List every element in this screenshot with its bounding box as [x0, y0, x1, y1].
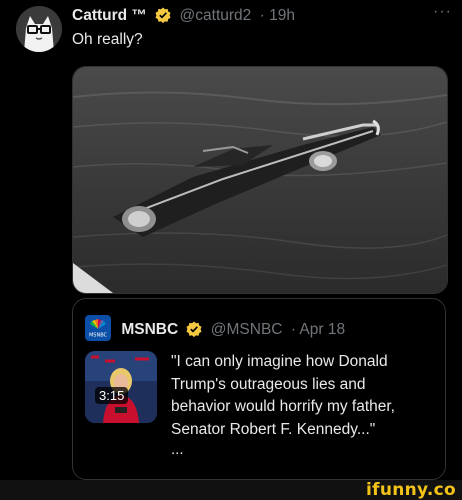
verified-badge-icon — [186, 321, 202, 342]
cat-avatar-icon — [16, 6, 62, 52]
svg-text:MSNBC: MSNBC — [89, 333, 108, 339]
quoted-tweet-header: MSNBC MSNBC @MSNBC · Apr 18 — [85, 315, 345, 342]
tweet-time[interactable]: · 19h — [260, 7, 295, 24]
avatar[interactable] — [16, 6, 62, 52]
watermark-bar: ifunny.co — [0, 480, 462, 500]
verified-badge-icon — [155, 7, 171, 28]
author-name[interactable]: Catturd ™ — [72, 7, 147, 24]
tweet-photo[interactable] — [72, 66, 448, 294]
quoted-author-name[interactable]: MSNBC — [121, 321, 178, 338]
video-duration: 3:15 — [95, 387, 129, 404]
quoted-author-handle[interactable]: @MSNBC — [211, 321, 283, 338]
author-handle[interactable]: @catturd2 — [180, 7, 252, 24]
video-thumbnail[interactable]: 3:15 — [85, 351, 157, 423]
ifunny-watermark: ifunny.co — [366, 480, 456, 500]
quoted-tweet-ellipsis: ... — [171, 441, 184, 458]
quoted-date[interactable]: · Apr 18 — [291, 321, 345, 338]
submerged-car-photo — [73, 67, 447, 293]
tweet-text: Oh really? — [72, 31, 143, 48]
quoted-tweet-text: "I can only imagine how Donald Trump's o… — [171, 353, 395, 438]
msnbc-logo-icon: MSNBC — [85, 315, 111, 341]
more-options-icon[interactable]: ··· — [433, 3, 452, 21]
tweet-header: Catturd ™ @catturd2 · 19h ··· — [72, 3, 452, 29]
quoted-tweet[interactable]: MSNBC MSNBC @MSNBC · Apr 18 3:15 "I can … — [72, 298, 446, 480]
